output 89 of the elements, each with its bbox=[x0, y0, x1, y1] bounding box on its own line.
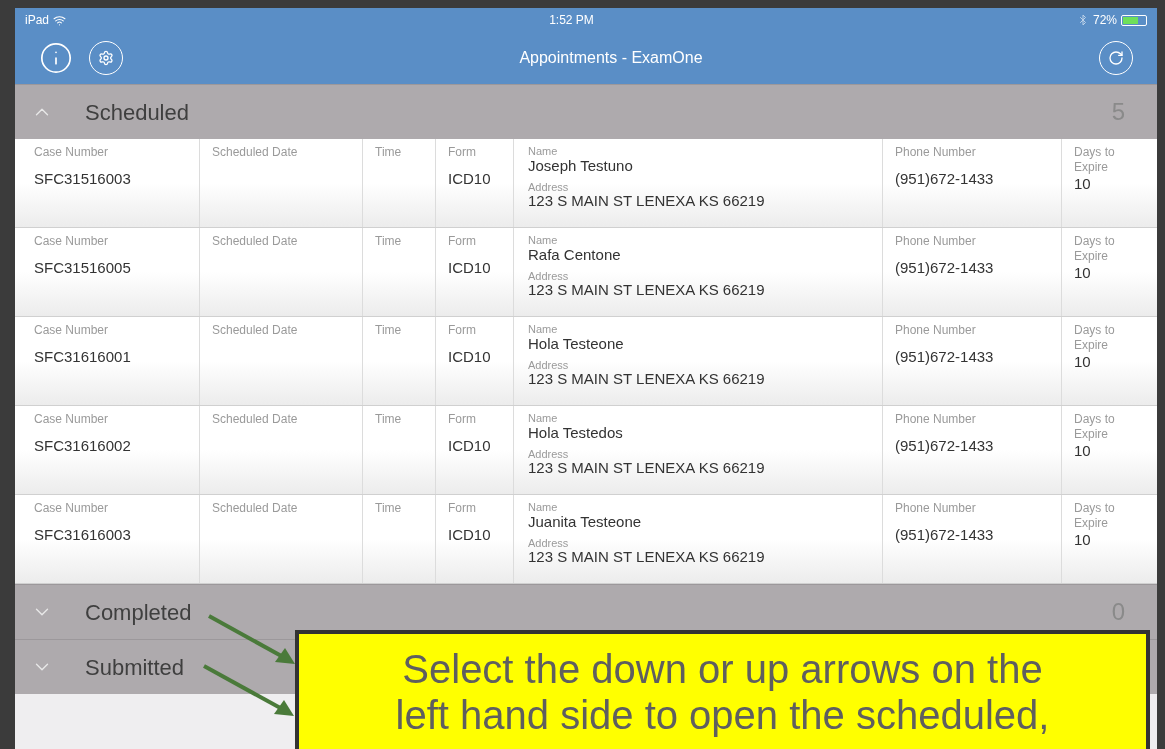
column-label: Case Number bbox=[34, 145, 110, 160]
wifi-icon bbox=[53, 13, 67, 27]
column-label: Scheduled Date bbox=[212, 412, 299, 427]
column-label: Address bbox=[528, 537, 570, 549]
window-title: Appointments - ExamOne bbox=[519, 48, 703, 68]
column-label: Time bbox=[375, 234, 403, 249]
column-label: Name bbox=[528, 412, 559, 424]
table-cell-text: 123 S MAIN ST LENEXA KS 66219 bbox=[528, 460, 766, 476]
appointment-row[interactable]: Case Number SFC31616001 Scheduled Date Time Form ICD10 Name Hola Testeone Address 123 S MAIN ST LENEXA KS 66219 Phone Number (951)672-1433 Days to Expire 10 bbox=[15, 317, 1157, 406]
info-icon[interactable] bbox=[39, 41, 73, 75]
column-label: Days to Expire bbox=[1074, 412, 1116, 442]
callout-text: left hand side to open the scheduled, bbox=[395, 692, 1050, 738]
column-label: Address bbox=[528, 359, 570, 371]
column-label: Name bbox=[528, 234, 559, 246]
table-cell-text: 123 S MAIN ST LENEXA KS 66219 bbox=[528, 549, 766, 565]
section-title: Completed bbox=[85, 598, 192, 627]
table-cell-text: (951)672-1433 bbox=[895, 259, 995, 277]
device-label: iPad bbox=[25, 12, 50, 29]
appointment-row[interactable]: Case Number SFC31616003 Scheduled Date Time Form ICD10 Name Juanita Testeone Address 123 S MAIN ST LENEXA KS 66219 Phone Number (951)672-1433 Days to Expire 10 bbox=[15, 495, 1157, 584]
column-label: Days to Expire bbox=[1074, 323, 1116, 353]
table-cell-text: 123 S MAIN ST LENEXA KS 66219 bbox=[528, 371, 766, 387]
table-cell-text: ICD10 bbox=[448, 526, 492, 544]
column-label: Time bbox=[375, 145, 403, 160]
table-cell-text: SFC31516005 bbox=[34, 259, 132, 277]
column-label: Phone Number bbox=[895, 412, 977, 427]
appointment-row[interactable]: Case Number SFC31516003 Scheduled Date Time Form ICD10 Name Joseph Testuno Address 123 S MAIN ST LENEXA KS 66219 Phone Number (951)672-1433 Days to Expire 10 bbox=[15, 139, 1157, 228]
table-cell-text: ICD10 bbox=[448, 259, 492, 277]
table-cell-text: Hola Testeone bbox=[528, 335, 625, 353]
column-label: Phone Number bbox=[895, 323, 977, 338]
table-cell-text: 10 bbox=[1074, 531, 1092, 549]
table-cell-text: 10 bbox=[1074, 175, 1092, 193]
column-label: Form bbox=[448, 501, 477, 516]
column-label: Address bbox=[528, 448, 570, 460]
column-label: Address bbox=[528, 181, 570, 193]
table-cell-text: Juanita Testeone bbox=[528, 513, 643, 531]
table-cell-text: 10 bbox=[1074, 442, 1092, 460]
table-cell-text: SFC31516003 bbox=[34, 170, 132, 188]
column-label: Phone Number bbox=[895, 234, 977, 249]
section-title: Submitted bbox=[85, 653, 185, 682]
appointment-row[interactable]: Case Number SFC31516005 Scheduled Date Time Form ICD10 Name Rafa Centone Address 123 S MAIN ST LENEXA KS 66219 Phone Number (951)672-1433 Days to Expire 10 bbox=[15, 228, 1157, 317]
column-label: Case Number bbox=[34, 323, 110, 338]
table-cell-text: Joseph Testuno bbox=[528, 157, 634, 175]
column-label: Name bbox=[528, 323, 559, 335]
table-cell-text: 123 S MAIN ST LENEXA KS 66219 bbox=[528, 282, 766, 298]
table-cell-text: (951)672-1433 bbox=[895, 170, 995, 188]
appointment-row[interactable]: Case Number SFC31616002 Scheduled Date Time Form ICD10 Name Hola Testedos Address 123 S MAIN ST LENEXA KS 66219 Phone Number (951)672-1433 Days to Expire 10 bbox=[15, 406, 1157, 495]
column-label: Form bbox=[448, 323, 477, 338]
column-label: Time bbox=[375, 412, 403, 427]
column-label: Time bbox=[375, 501, 403, 516]
battery-icon bbox=[1121, 14, 1147, 26]
table-cell-text: ICD10 bbox=[448, 348, 492, 366]
table-cell-text: SFC31616002 bbox=[34, 437, 132, 455]
table-cell-text: Hola Testedos bbox=[528, 424, 624, 442]
table-cell-text: (951)672-1433 bbox=[895, 348, 995, 366]
table-cell-text: SFC31616003 bbox=[34, 526, 132, 544]
settings-icon bbox=[98, 50, 114, 66]
column-label: Scheduled Date bbox=[212, 234, 299, 249]
column-label: Case Number bbox=[34, 412, 110, 427]
table-cell-text: Rafa Centone bbox=[528, 246, 622, 264]
column-label: Phone Number bbox=[895, 145, 977, 160]
table-cell-text: ICD10 bbox=[448, 170, 492, 188]
table-cell-text: (951)672-1433 bbox=[895, 437, 995, 455]
table-cell-text: 123 S MAIN ST LENEXA KS 66219 bbox=[528, 193, 766, 209]
table-cell-text: 10 bbox=[1074, 264, 1092, 282]
table-cell-text: SFC31616001 bbox=[34, 348, 132, 366]
refresh-icon bbox=[1108, 50, 1124, 66]
table-cell-text: ICD10 bbox=[448, 437, 492, 455]
column-label: Scheduled Date bbox=[212, 323, 299, 338]
column-label: Case Number bbox=[34, 234, 110, 249]
column-label: Scheduled Date bbox=[212, 501, 299, 516]
column-label: Days to Expire bbox=[1074, 145, 1116, 175]
column-label: Form bbox=[448, 145, 477, 160]
callout-text: Select the down or up arrows on the bbox=[402, 646, 1043, 692]
column-label: Time bbox=[375, 323, 403, 338]
table-cell-text: (951)672-1433 bbox=[895, 526, 995, 544]
table-cell-text: 10 bbox=[1074, 353, 1092, 371]
battery-percent: 72% bbox=[1092, 12, 1117, 29]
column-label: Case Number bbox=[34, 501, 110, 516]
column-label: Name bbox=[528, 501, 559, 513]
column-label: Days to Expire bbox=[1074, 501, 1116, 531]
clock: 1:52 PM bbox=[549, 12, 594, 29]
column-label: Form bbox=[448, 234, 477, 249]
column-label: Address bbox=[528, 270, 570, 282]
column-label: Name bbox=[528, 145, 559, 157]
column-label: Days to Expire bbox=[1074, 234, 1116, 264]
section-title: Scheduled bbox=[85, 98, 189, 127]
column-label: Phone Number bbox=[895, 501, 977, 516]
column-label: Form bbox=[448, 412, 477, 427]
column-label: Scheduled Date bbox=[212, 145, 299, 160]
